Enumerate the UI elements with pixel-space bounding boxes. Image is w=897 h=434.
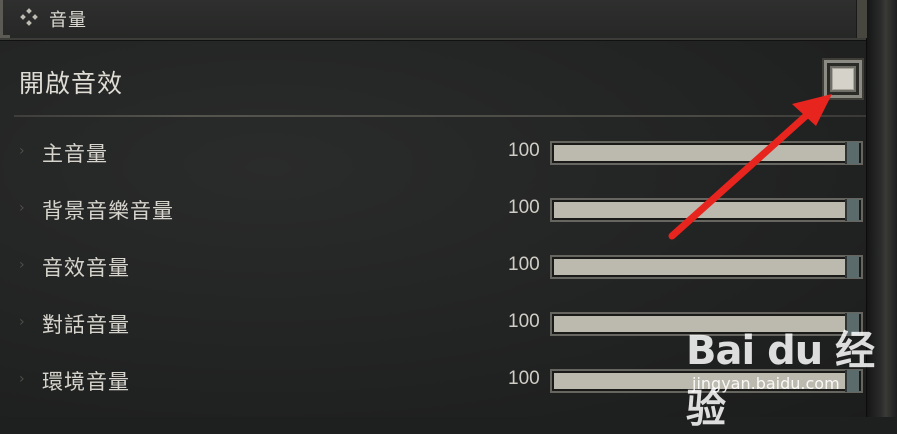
slider-fill <box>554 202 845 218</box>
master-volume-slider[interactable] <box>550 141 863 165</box>
watermark: Bai du 经验 jingyan.baidu.com <box>686 318 886 432</box>
enable-sound-row: 開啟音效 <box>0 48 866 114</box>
chevron-right-icon: › <box>19 371 25 387</box>
checkbox-box <box>832 68 854 90</box>
row-value: 100 <box>508 368 540 389</box>
slider-handle[interactable] <box>845 142 859 164</box>
chevron-right-icon: › <box>19 200 25 216</box>
row-value: 100 <box>508 197 540 218</box>
diamond-dots-icon <box>20 8 38 26</box>
enable-sound-label: 開啟音效 <box>19 69 124 98</box>
slider-handle[interactable] <box>845 256 859 278</box>
slider-fill <box>554 259 845 275</box>
row-value: 100 <box>508 140 540 161</box>
slider-fill <box>554 145 845 161</box>
sfx-volume-slider[interactable] <box>550 255 863 279</box>
row-label: 主音量 <box>42 142 108 166</box>
row-label: 背景音樂音量 <box>42 199 174 223</box>
chevron-right-icon: › <box>19 143 25 159</box>
chevron-right-icon: › <box>19 257 25 273</box>
header-edge <box>856 0 867 38</box>
row-value: 100 <box>508 311 540 332</box>
slider-row-sfx-volume: › 音效音量 100 <box>0 236 866 294</box>
header-bracket <box>0 0 10 38</box>
row-label: 環境音量 <box>42 370 130 394</box>
enable-sound-checkbox[interactable] <box>822 58 864 100</box>
watermark-url: jingyan.baidu.com <box>692 374 840 393</box>
row-value: 100 <box>508 254 540 275</box>
row-label: 音效音量 <box>42 256 130 280</box>
row-label: 對話音量 <box>42 313 130 337</box>
slider-handle[interactable] <box>845 199 859 221</box>
section-header: 音量 <box>0 0 867 40</box>
divider <box>14 115 866 117</box>
settings-panel: 音量 開啟音效 › 主音量 100 › 背景音樂音量 100 › 音效音量 10… <box>0 0 897 432</box>
chevron-right-icon: › <box>19 314 25 330</box>
music-volume-slider[interactable] <box>550 198 863 222</box>
section-title: 音量 <box>49 10 87 31</box>
slider-row-music-volume: › 背景音樂音量 100 <box>0 179 866 237</box>
slider-row-master-volume: › 主音量 100 <box>0 122 866 180</box>
